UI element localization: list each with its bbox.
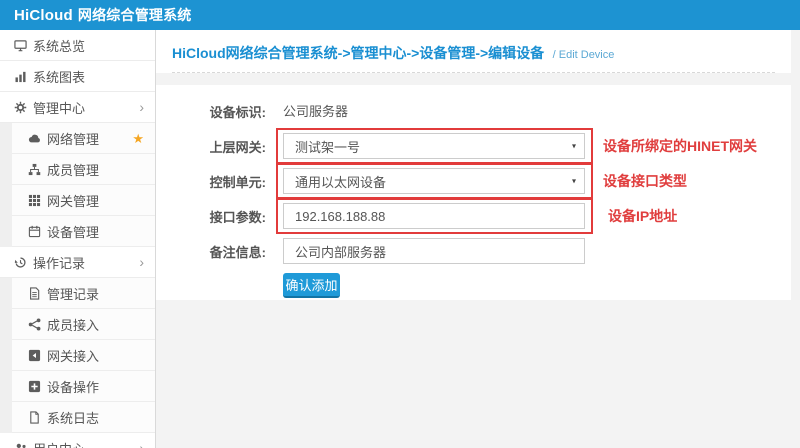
history-icon (13, 255, 27, 269)
app-title-cn: 网络综合管理系统 (78, 7, 192, 23)
chevron-right-icon: › (139, 441, 144, 448)
form-row-control-unit: 控制单元: 通用以太网设备 ▾ 设备接口类型 (156, 168, 791, 194)
device-id-label: 设备标识: (156, 102, 266, 121)
caret-square-left-icon (27, 348, 41, 362)
sidebar-submenu-management: 网络管理 ★ 成员管理 网关管理 设备管理 (0, 123, 155, 247)
caret-down-icon: ▾ (572, 177, 576, 185)
star-icon: ★ (132, 132, 144, 145)
gateway-label: 上层网关: (156, 137, 266, 156)
sidebar-item-label: 成员管理 (47, 160, 99, 179)
sidebar-item-label: 设备管理 (47, 222, 99, 241)
sidebar-item-label: 系统图表 (33, 67, 85, 86)
calendar-icon (27, 224, 41, 238)
sidebar-item-gateway-access[interactable]: 网关接入 (12, 340, 155, 371)
sidebar: 系统总览 系统图表 管理中心 › 网络管理 ★ 成员管理 网关管理 (0, 30, 156, 448)
sidebar-item-management-center[interactable]: 管理中心 › (0, 92, 155, 123)
control-unit-selected-value: 通用以太网设备 (295, 172, 386, 191)
interface-param-input[interactable] (283, 203, 585, 229)
edit-device-form: 设备标识: 公司服务器 上层网关: 测试架一号 ▾ 设备所绑定的HINET网关 … (156, 85, 791, 300)
file-text-icon (27, 286, 41, 300)
control-unit-annotation: 设备接口类型 (603, 171, 687, 191)
sidebar-item-label: 管理记录 (47, 284, 99, 303)
sidebar-item-label: 系统日志 (47, 408, 99, 427)
sidebar-item-network-management[interactable]: 网络管理 ★ (12, 123, 155, 154)
app-header: HiCloud 网络综合管理系统 (0, 0, 800, 30)
sidebar-item-label: 系统总览 (33, 36, 85, 55)
sidebar-item-label: 网络管理 (47, 129, 99, 148)
breadcrumb-path[interactable]: HiCloud网络综合管理系统->管理中心->设备管理->编辑设备 (172, 45, 544, 61)
sidebar-item-gateway-management[interactable]: 网关管理 (12, 185, 155, 216)
control-unit-select[interactable]: 通用以太网设备 ▾ (283, 168, 585, 194)
sidebar-item-user-center[interactable]: 用户中心 › (0, 433, 155, 448)
sidebar-item-operation-records[interactable]: 操作记录 › (0, 247, 155, 278)
sidebar-item-label: 用户中心 (33, 439, 85, 448)
sidebar-item-system-charts[interactable]: 系统图表 (0, 61, 155, 92)
user-icon (13, 441, 27, 448)
sidebar-item-system-overview[interactable]: 系统总览 (0, 30, 155, 61)
app-title-brand: HiCloud (14, 7, 73, 24)
file-icon (27, 410, 41, 424)
sidebar-submenu-records: 管理记录 成员接入 网关接入 设备操作 系统日志 (0, 278, 155, 433)
cloud-icon (27, 131, 41, 145)
remark-input[interactable] (283, 238, 585, 264)
main-content: HiCloud网络综合管理系统->管理中心->设备管理->编辑设备 / Edit… (156, 30, 800, 448)
gateway-select[interactable]: 测试架一号 ▾ (283, 133, 585, 159)
form-row-gateway: 上层网关: 测试架一号 ▾ 设备所绑定的HINET网关 (156, 133, 791, 159)
control-unit-label: 控制单元: (156, 172, 266, 191)
app-window: HiCloud 网络综合管理系统 系统总览 系统图表 管理中心 › 网络管理 ★ (0, 0, 800, 448)
grid-icon (27, 193, 41, 207)
cogs-icon (13, 100, 27, 114)
breadcrumb-bar: HiCloud网络综合管理系统->管理中心->设备管理->编辑设备 / Edit… (156, 30, 791, 73)
sidebar-item-device-operation[interactable]: 设备操作 (12, 371, 155, 402)
bar-chart-icon (13, 69, 27, 83)
interface-param-annotation: 设备IP地址 (608, 206, 677, 226)
sitemap-icon (27, 162, 41, 176)
caret-down-icon: ▾ (572, 142, 576, 150)
sidebar-item-label: 网关管理 (47, 191, 99, 210)
chevron-right-icon: › (139, 255, 144, 269)
desktop-icon (13, 38, 27, 52)
plus-square-icon (27, 379, 41, 393)
form-row-device-id: 设备标识: 公司服务器 (156, 98, 791, 124)
gateway-selected-value: 测试架一号 (295, 137, 360, 156)
sidebar-item-label: 网关接入 (47, 346, 99, 365)
sidebar-item-member-management[interactable]: 成员管理 (12, 154, 155, 185)
sidebar-item-label: 设备操作 (47, 377, 99, 396)
share-icon (27, 317, 41, 331)
app-title: HiCloud 网络综合管理系统 (14, 5, 192, 25)
sidebar-item-device-management[interactable]: 设备管理 (12, 216, 155, 247)
form-row-interface-param: 接口参数: 设备IP地址 (156, 203, 791, 229)
sidebar-item-management-records[interactable]: 管理记录 (12, 278, 155, 309)
interface-param-label: 接口参数: (156, 207, 266, 226)
breadcrumb: HiCloud网络综合管理系统->管理中心->设备管理->编辑设备 / Edit… (172, 43, 775, 73)
confirm-add-button[interactable]: 确认添加 (283, 273, 340, 298)
sidebar-item-member-access[interactable]: 成员接入 (12, 309, 155, 340)
gateway-annotation: 设备所绑定的HINET网关 (603, 136, 757, 156)
sidebar-item-label: 成员接入 (47, 315, 99, 334)
form-row-remark: 备注信息: (156, 238, 791, 264)
remark-label: 备注信息: (156, 242, 266, 261)
chevron-right-icon: › (139, 100, 144, 114)
sidebar-item-label: 操作记录 (33, 253, 85, 272)
sidebar-item-system-log[interactable]: 系统日志 (12, 402, 155, 433)
breadcrumb-suffix: / Edit Device (553, 49, 615, 61)
device-id-value: 公司服务器 (283, 104, 348, 119)
sidebar-item-label: 管理中心 (33, 98, 85, 117)
